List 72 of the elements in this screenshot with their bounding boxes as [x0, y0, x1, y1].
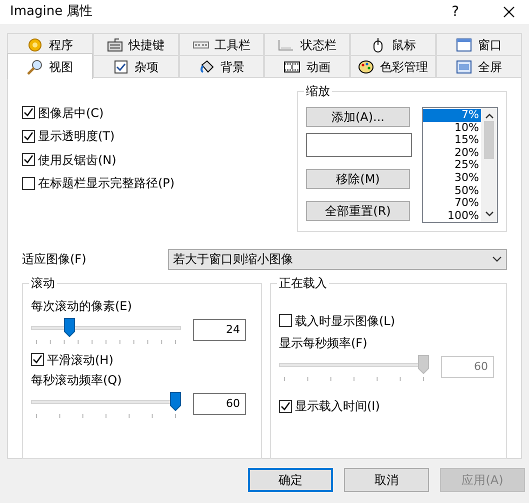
number-field: 60	[441, 356, 494, 378]
slider-label: 每秒滚动频率(Q)	[31, 372, 123, 388]
checkbox[interactable]	[279, 400, 292, 413]
checkbox-label: 图像居中(C)	[38, 104, 104, 122]
slider-label: 显示每秒频率(F)	[279, 334, 368, 350]
magnifier-icon	[26, 58, 43, 74]
tab[interactable]: 背景	[178, 55, 264, 77]
list-item[interactable]: 70%	[423, 197, 481, 210]
tab[interactable]: 杂项	[92, 55, 179, 77]
tab[interactable]: 状态栏	[264, 33, 350, 55]
list-item[interactable]: 100%	[423, 210, 481, 222]
tab[interactable]: 色彩管理	[350, 55, 436, 77]
slider-label: 每次滚动的像素(E)	[31, 298, 133, 314]
chevron-icon	[492, 256, 502, 262]
list-item[interactable]: 30%	[423, 172, 481, 185]
checkbox[interactable]	[31, 353, 44, 366]
checkbox-icon	[112, 58, 129, 74]
list-item[interactable]: 25%	[423, 159, 481, 172]
checkbox-label: 平滑滚动(H)	[47, 352, 114, 369]
number-field[interactable]: 24	[193, 319, 246, 341]
group-title: 滚动	[29, 276, 57, 290]
add-button[interactable]: 添加(A)...	[306, 107, 410, 127]
list-item[interactable]: 10%	[423, 122, 481, 134]
gear-icon	[26, 36, 43, 52]
slider[interactable]	[31, 318, 181, 338]
slider[interactable]	[31, 392, 181, 412]
paint-bucket-icon	[198, 58, 215, 74]
tab[interactable]: 程序	[7, 33, 93, 55]
slider-thumb[interactable]	[170, 392, 181, 410]
list-item[interactable]: 15%	[423, 134, 481, 147]
scrollbar[interactable]	[481, 108, 497, 222]
checkbox-label: 显示载入时间(I)	[295, 398, 380, 416]
checkbox-label: 载入时显示图像(L)	[295, 312, 396, 330]
close-icon[interactable]	[503, 6, 515, 18]
ok-button[interactable]: 确定	[248, 468, 333, 492]
dropdown[interactable]: 若大于窗口则缩小图像	[168, 248, 507, 270]
window-icon	[456, 36, 472, 52]
checkbox[interactable]	[22, 176, 35, 190]
tab[interactable]: 快捷键	[92, 33, 179, 55]
field-label: 适应图像(F)	[22, 251, 88, 267]
keyboard-icon	[106, 36, 123, 52]
cancel-button[interactable]: 取消	[344, 468, 429, 492]
film-icon	[284, 58, 300, 74]
remove-button[interactable]: 移除(M)	[306, 169, 410, 189]
checkbox[interactable]	[22, 153, 35, 166]
checkbox[interactable]	[22, 130, 35, 143]
list-item[interactable]: 50%	[423, 184, 481, 198]
checkbox-label: 在标题栏显示完整路径(P)	[38, 175, 175, 192]
palette-icon	[358, 58, 374, 74]
tab[interactable]: 动画	[264, 55, 350, 77]
checkbox-label: 显示透明度(T)	[38, 128, 115, 146]
tab[interactable]: 视图	[7, 53, 93, 79]
group-title: 正在载入	[277, 276, 329, 290]
reset-button[interactable]: 全部重置(R)	[306, 201, 410, 221]
input-field[interactable]	[306, 133, 412, 157]
checkbox[interactable]	[22, 106, 35, 120]
help-button[interactable]: ?	[452, 2, 459, 22]
group-title: 缩放	[304, 84, 332, 98]
checkbox[interactable]	[279, 314, 292, 328]
number-field[interactable]: 60	[193, 392, 246, 414]
tab[interactable]: 全屏	[436, 55, 522, 77]
list-item[interactable]: 20%	[423, 146, 481, 160]
zoom-list[interactable]: 7% 10% 15% 20% 25% 30% 50% 70% 100%	[422, 107, 498, 223]
window-title: Imagine 属性	[10, 3, 94, 22]
tab[interactable]: 工具栏	[178, 33, 264, 55]
checkbox-label: 使用反锯齿(N)	[38, 152, 116, 169]
tab[interactable]: 鼠标	[350, 33, 436, 55]
slider-thumb[interactable]	[64, 318, 76, 337]
screen-icon	[456, 58, 472, 74]
list-item[interactable]: 7%	[423, 109, 481, 122]
scrollbar-thumb[interactable]	[484, 121, 494, 159]
tab[interactable]: 窗口	[436, 33, 522, 55]
